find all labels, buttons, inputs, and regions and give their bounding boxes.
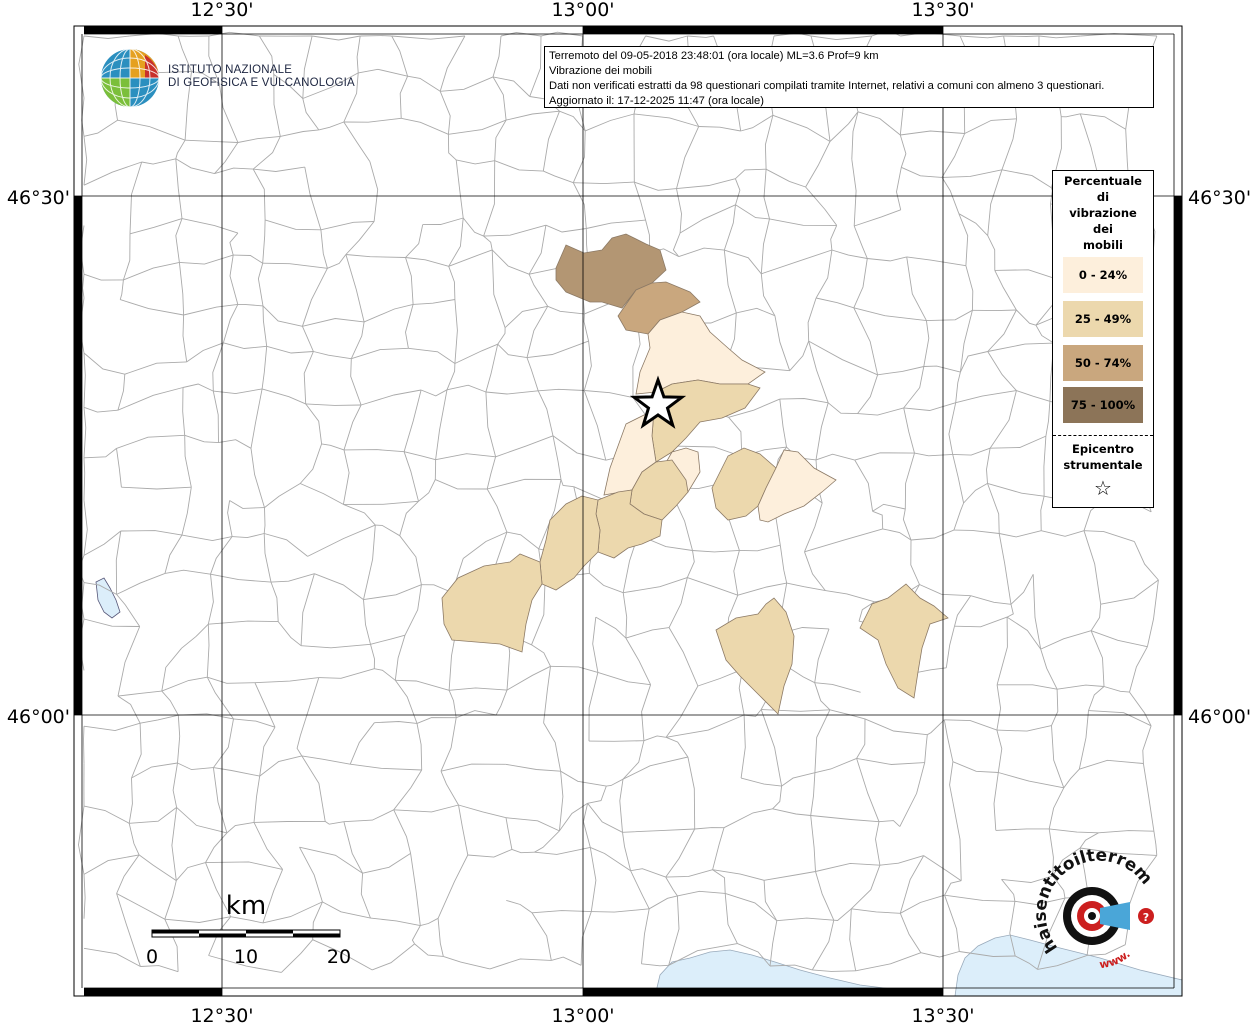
border-segment: [1004, 36, 1039, 37]
ingv-line-2: DI GEOFISICA E VULCANOLOGIA: [168, 77, 355, 90]
legend-item-50-74: 50 - 74%: [1063, 345, 1143, 381]
lat-label-right-2: 46°00': [1188, 706, 1251, 728]
border-segment: [84, 726, 85, 763]
lon-label-bottom-1: 12°30': [190, 1005, 253, 1024]
updated-line: Aggiornato il: 17-12-2025 11:47 (ora loc…: [549, 94, 1149, 108]
legend-title-line: di: [1057, 189, 1149, 205]
lon-label-top-2: 13°00': [551, 0, 614, 21]
lon-label-bottom-3: 13°30': [911, 1005, 974, 1024]
legend-title: Percentuale di vibrazione dei mobili: [1053, 173, 1153, 253]
legend-epicenter-line-2: strumentale: [1053, 457, 1153, 473]
legend-item-75-100: 75 - 100%: [1063, 387, 1143, 423]
ingv-logo-icon: [101, 49, 159, 107]
scale-tick-0: 0: [146, 946, 158, 968]
border-segment: [84, 458, 85, 500]
lon-label-top-3: 13°30': [911, 0, 974, 21]
legend: Percentuale di vibrazione dei mobili 0 -…: [1052, 170, 1154, 508]
scale-tick-10: 10: [234, 946, 258, 968]
legend-item-25-49: 25 - 49%: [1063, 301, 1143, 337]
legend-title-line: Percentuale: [1057, 173, 1149, 189]
lon-label-top-1: 12°30': [190, 0, 253, 21]
legend-epicenter-label: Epicentro strumentale: [1053, 441, 1153, 473]
lat-label-right-1: 46°30': [1188, 187, 1251, 209]
lat-label-left-2: 46°00': [7, 706, 70, 728]
legend-epicenter-line-1: Epicentro: [1053, 441, 1153, 457]
parameter-line: Vibrazione dei mobili: [549, 64, 1149, 79]
legend-separator: [1053, 435, 1153, 436]
data-note-line: Dati non verificati estratti da 98 quest…: [549, 79, 1149, 94]
map-svg: 12°30' 13°00' 13°30' 12°30' 13°00' 13°30…: [0, 0, 1255, 1024]
ingv-logo-text: ISTITUTO NAZIONALE DI GEOFISICA E VULCAN…: [168, 64, 355, 90]
legend-title-line: vibrazione: [1057, 205, 1149, 221]
scale-unit: km: [226, 891, 266, 921]
svg-text:?: ?: [1143, 911, 1149, 924]
legend-star-icon: ☆: [1053, 476, 1153, 500]
ingv-line-1: ISTITUTO NAZIONALE: [168, 64, 355, 77]
legend-title-line: mobili: [1057, 237, 1149, 253]
scale-tick-20: 20: [327, 946, 351, 968]
lon-label-bottom-2: 13°00': [551, 1005, 614, 1024]
legend-title-line: dei: [1057, 221, 1149, 237]
lat-label-left-1: 46°30': [7, 187, 70, 209]
map-canvas: 12°30' 13°00' 13°30' 12°30' 13°00' 13°30…: [0, 0, 1255, 1024]
legend-item-0-24: 0 - 24%: [1063, 257, 1143, 293]
event-info-box: Terremoto del 09-05-2018 23:48:01 (ora l…: [544, 46, 1154, 108]
event-line: Terremoto del 09-05-2018 23:48:01 (ora l…: [549, 49, 1149, 64]
